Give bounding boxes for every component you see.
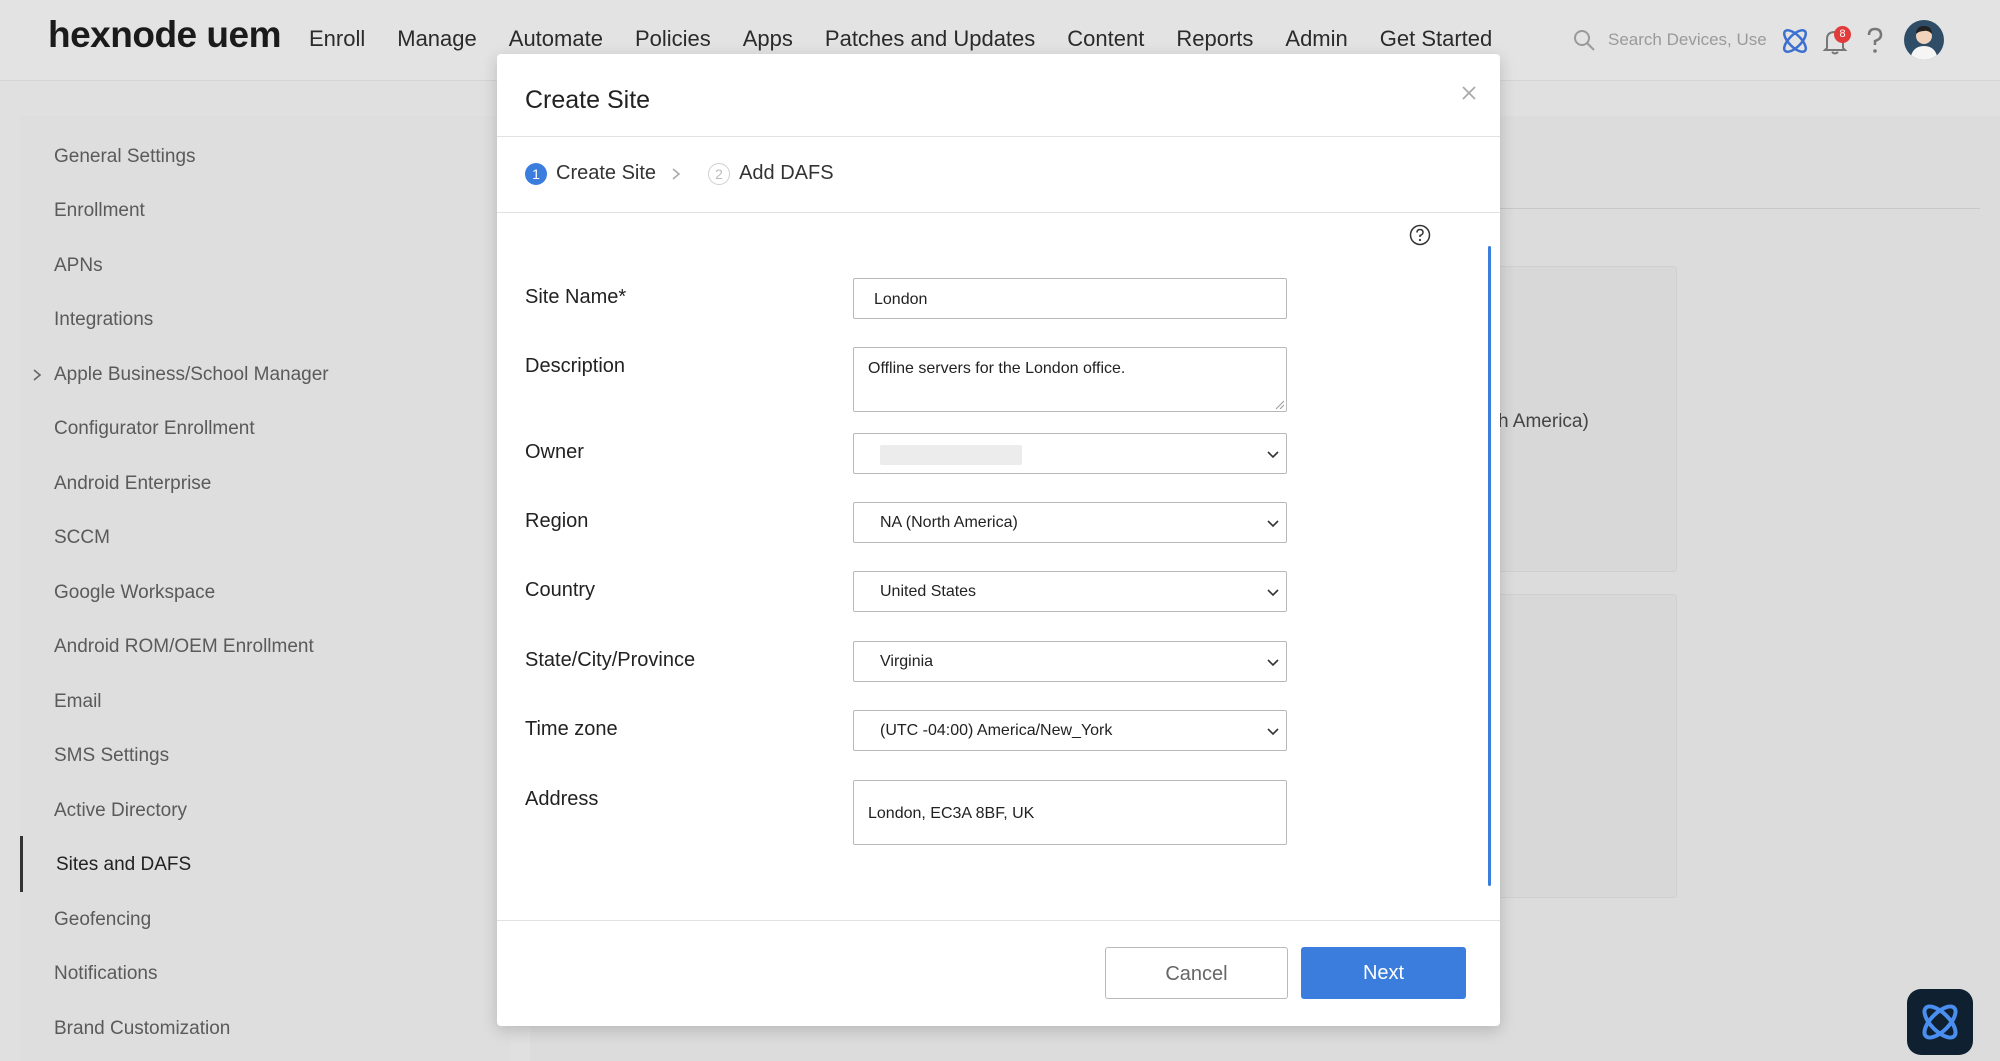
country-label: Country <box>525 579 596 601</box>
active-indicator <box>20 836 23 892</box>
sidebar-item-email[interactable]: Email <box>54 691 102 713</box>
modal-title: Create Site <box>525 86 651 114</box>
hexnode-app-icon[interactable] <box>1778 24 1812 58</box>
nav-get-started[interactable]: Get Started <box>1380 26 1493 52</box>
address-label: Address <box>525 788 599 810</box>
user-avatar-icon <box>1910 26 1938 60</box>
close-icon[interactable] <box>1460 84 1478 102</box>
cancel-button[interactable]: Cancel <box>1105 947 1288 999</box>
search-input[interactable]: Search Devices, Use <box>1608 30 1767 50</box>
site-name-input[interactable]: London <box>853 278 1287 319</box>
site-card[interactable] <box>1490 594 1677 898</box>
description-textarea[interactable]: Offline servers for the London office. <box>853 347 1287 412</box>
chevron-down-icon <box>1267 659 1279 667</box>
footer-divider <box>497 920 1500 921</box>
create-site-modal: Create Site 1 Create Site 2 Add DAFS Sit… <box>497 54 1500 1026</box>
sidebar-item-google-workspace[interactable]: Google Workspace <box>54 582 215 604</box>
address-input[interactable]: London, EC3A 8BF, UK <box>853 780 1287 845</box>
region-label: Region <box>525 510 589 532</box>
main-nav: Enroll Manage Automate Policies Apps Pat… <box>309 26 1524 52</box>
nav-content[interactable]: Content <box>1067 26 1144 52</box>
nav-reports[interactable]: Reports <box>1176 26 1253 52</box>
nav-automate[interactable]: Automate <box>509 26 603 52</box>
step-2-number: 2 <box>708 162 731 185</box>
wizard-steps: 1 Create Site 2 Add DAFS <box>525 162 834 185</box>
owner-select[interactable] <box>853 433 1287 474</box>
timezone-value: (UTC -04:00) America/New_York <box>880 722 1113 739</box>
sidebar-item-integrations[interactable]: Integrations <box>54 309 153 331</box>
nav-manage[interactable]: Manage <box>397 26 477 52</box>
owner-value-redacted <box>880 445 1022 465</box>
chevron-down-icon <box>1267 589 1279 597</box>
sidebar-item-android-enterprise[interactable]: Android Enterprise <box>54 473 211 495</box>
state-label: State/City/Province <box>525 649 696 671</box>
description-value: Offline servers for the London office. <box>868 360 1126 377</box>
settings-sidebar: General Settings Enrollment APNs Integra… <box>20 116 510 1061</box>
site-name-label: Site Name* <box>525 286 627 308</box>
sidebar-item-apple-business[interactable]: Apple Business/School Manager <box>54 364 329 386</box>
step-2-label[interactable]: Add DAFS <box>739 162 833 185</box>
owner-label: Owner <box>525 441 584 463</box>
sidebar-item-general-settings[interactable]: General Settings <box>54 146 196 168</box>
hexnode-chat-icon <box>1922 1004 1958 1040</box>
country-value: United States <box>880 583 977 600</box>
help-icon[interactable] <box>1858 24 1892 58</box>
sidebar-item-sccm[interactable]: SCCM <box>54 527 110 549</box>
step-1-number: 1 <box>525 162 547 185</box>
global-search[interactable]: Search Devices, Use <box>1572 28 1767 52</box>
sidebar-item-active-directory[interactable]: Active Directory <box>54 800 187 822</box>
nav-enroll[interactable]: Enroll <box>309 26 365 52</box>
sidebar-item-brand-customization[interactable]: Brand Customization <box>54 1018 230 1040</box>
steps-divider <box>497 212 1500 213</box>
sidebar-item-enrollment[interactable]: Enrollment <box>54 200 145 222</box>
content-divider <box>1490 208 1980 209</box>
nav-admin[interactable]: Admin <box>1285 26 1347 52</box>
sidebar-item-apns[interactable]: APNs <box>54 255 103 277</box>
sidebar-item-configurator-enrollment[interactable]: Configurator Enrollment <box>54 418 255 440</box>
nav-patches-and-updates[interactable]: Patches and Updates <box>825 26 1035 52</box>
help-circle-icon[interactable] <box>1409 224 1431 246</box>
chevron-down-icon <box>1267 451 1279 459</box>
header-divider <box>497 136 1500 137</box>
resize-grip-icon[interactable] <box>1274 399 1284 409</box>
notification-badge: 8 <box>1834 26 1851 43</box>
next-button[interactable]: Next <box>1301 947 1466 999</box>
country-select[interactable]: United States <box>853 571 1287 612</box>
region-value: NA (North America) <box>880 514 1018 531</box>
sidebar-item-sites-and-dafs[interactable]: Sites and DAFS <box>56 854 191 876</box>
region-select[interactable]: NA (North America) <box>853 502 1287 543</box>
nav-policies[interactable]: Policies <box>635 26 711 52</box>
hexnode-logo[interactable]: hexnode uem <box>48 14 282 56</box>
support-chat-button[interactable] <box>1907 989 1973 1055</box>
background-site-region-text: h America) <box>1498 411 1589 432</box>
chevron-down-icon <box>1267 728 1279 736</box>
address-value: London, EC3A 8BF, UK <box>868 805 1035 822</box>
timezone-select[interactable]: (UTC -04:00) America/New_York <box>853 710 1287 751</box>
sidebar-item-geofencing[interactable]: Geofencing <box>54 909 151 931</box>
description-label: Description <box>525 355 626 377</box>
search-icon <box>1574 30 1595 51</box>
chevron-right-icon[interactable] <box>30 368 44 382</box>
avatar[interactable] <box>1904 20 1944 60</box>
nav-apps[interactable]: Apps <box>743 26 793 52</box>
sidebar-item-android-rom-oem[interactable]: Android ROM/OEM Enrollment <box>54 636 314 658</box>
chevron-right-icon <box>672 167 681 180</box>
chevron-down-icon <box>1267 520 1279 528</box>
step-1-label[interactable]: Create Site <box>556 162 656 185</box>
state-select[interactable]: Virginia <box>853 641 1287 682</box>
timezone-label: Time zone <box>525 718 618 740</box>
sidebar-item-sms-settings[interactable]: SMS Settings <box>54 745 169 767</box>
modal-scrollbar[interactable] <box>1488 246 1491 886</box>
state-value: Virginia <box>880 653 934 670</box>
sidebar-item-notifications[interactable]: Notifications <box>54 963 158 985</box>
